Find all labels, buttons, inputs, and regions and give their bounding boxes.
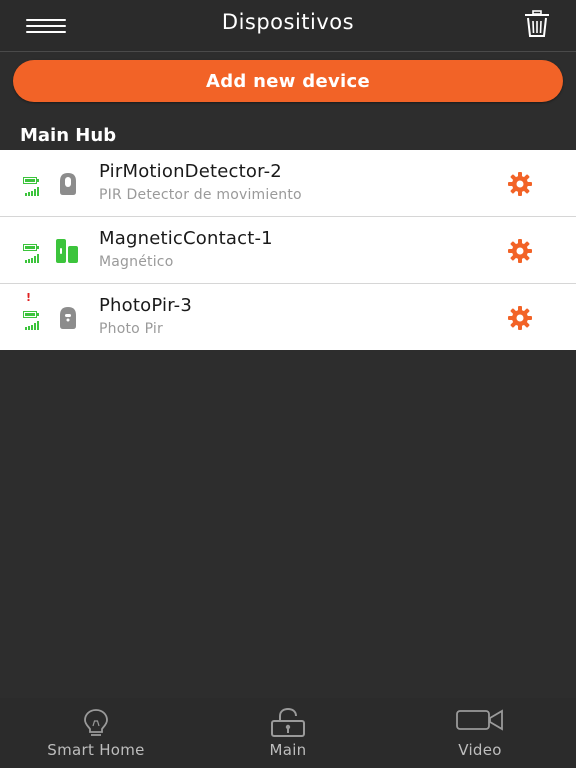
device-row[interactable]: PirMotionDetector-2 PIR Detector de movi… (0, 150, 576, 217)
gear-icon[interactable] (506, 170, 534, 198)
device-status (23, 150, 43, 216)
bottom-tab-bar: Smart Home Main Video (0, 698, 576, 768)
tab-video[interactable]: Video (384, 698, 576, 768)
device-row[interactable]: MagneticContact-1 Magnético (0, 217, 576, 284)
device-name: PirMotionDetector-2 (99, 161, 282, 182)
device-status (23, 217, 43, 283)
lightbulb-icon (84, 709, 108, 736)
photo-pir-icon (60, 307, 76, 329)
trash-icon[interactable] (522, 10, 552, 38)
add-new-device-button[interactable]: Add new device (13, 60, 563, 102)
signal-strength-icon (25, 187, 39, 196)
gear-icon[interactable] (506, 304, 534, 332)
battery-icon (23, 311, 39, 318)
device-name: MagneticContact-1 (99, 228, 273, 249)
magnetic-contact-icon (56, 239, 78, 263)
device-list: PirMotionDetector-2 PIR Detector de movi… (0, 150, 576, 350)
device-type: Magnético (99, 254, 174, 270)
video-camera-icon (456, 709, 503, 731)
device-status: ! (23, 284, 43, 350)
device-type: Photo Pir (99, 321, 163, 337)
unlocked-padlock-icon (271, 708, 305, 737)
device-type: PIR Detector de movimiento (99, 187, 302, 203)
tab-smart-home[interactable]: Smart Home (0, 698, 192, 768)
device-name: PhotoPir-3 (99, 295, 193, 316)
tab-label: Video (458, 741, 502, 759)
gear-icon[interactable] (506, 237, 534, 265)
signal-strength-icon (25, 321, 39, 330)
alert-badge: ! (26, 291, 32, 304)
top-bar: Dispositivos (0, 0, 576, 52)
section-title: Main Hub (20, 125, 117, 146)
pir-sensor-icon (60, 173, 76, 195)
tab-main[interactable]: Main (192, 698, 384, 768)
device-row[interactable]: ! PhotoPir-3 Photo Pir (0, 284, 576, 350)
signal-strength-icon (25, 254, 39, 263)
page-title: Dispositivos (221, 10, 355, 34)
tab-label: Main (269, 741, 307, 759)
battery-icon (23, 177, 39, 184)
battery-icon (23, 244, 39, 251)
tab-label: Smart Home (47, 741, 145, 759)
